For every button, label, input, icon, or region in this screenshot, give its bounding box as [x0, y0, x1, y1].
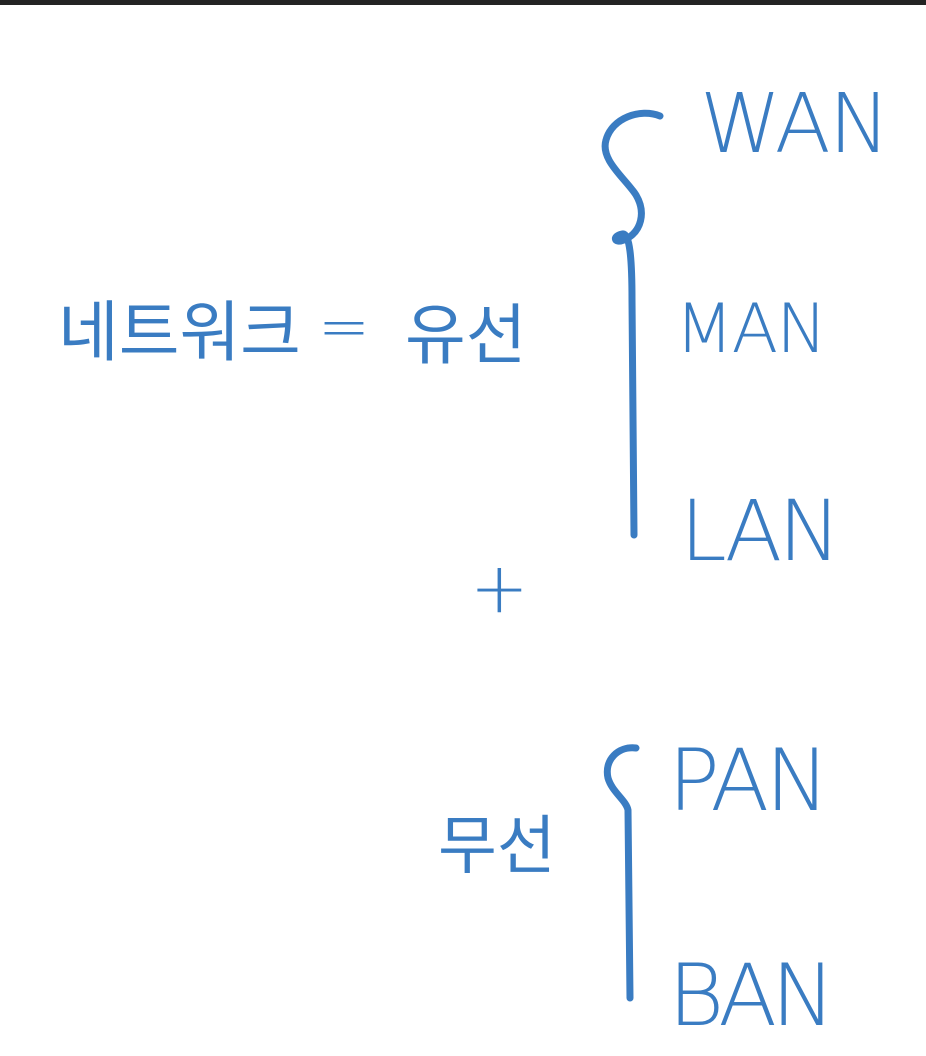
man-label: MAN	[675, 290, 825, 369]
wan-label: WAN	[700, 77, 888, 172]
wireless-brace	[603, 744, 640, 1002]
wired-label: 유선	[405, 297, 526, 374]
plus-sign: +	[470, 547, 529, 629]
pan-label: PAN	[668, 731, 826, 831]
wired-brace	[601, 109, 664, 539]
network-label: 네트워크	[58, 294, 301, 371]
equals-sign: =	[318, 290, 370, 363]
wireless-label: 무선	[438, 810, 556, 884]
ban-label: BAN	[668, 946, 829, 1046]
whiteboard-canvas: 네트워크 = 유선 WAN MAN LAN + 무선 PAN BAN	[0, 0, 926, 1056]
handwritten-diagram: 네트워크 = 유선 WAN MAN LAN + 무선 PAN BAN	[58, 77, 890, 1046]
lan-label: LAN	[680, 482, 837, 580]
